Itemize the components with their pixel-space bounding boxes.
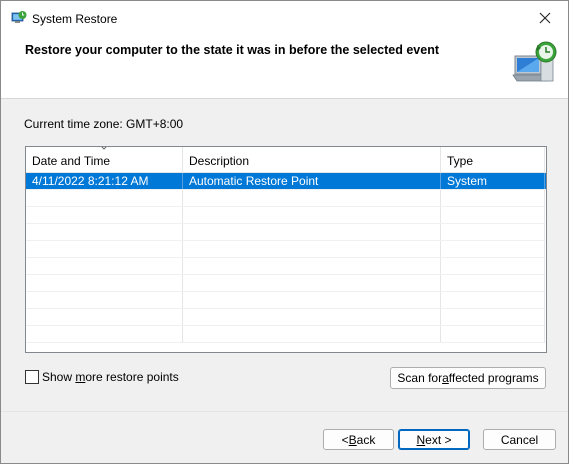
empty-cell	[441, 326, 545, 342]
empty-table-row	[26, 292, 546, 309]
empty-table-row	[26, 190, 546, 207]
footer-divider	[1, 411, 568, 412]
restore-computer-icon	[512, 41, 557, 82]
checkbox-label: Show more restore points	[42, 370, 179, 384]
show-more-restore-points-checkbox[interactable]: Show more restore points	[25, 370, 179, 384]
close-button[interactable]	[522, 1, 568, 35]
close-icon	[539, 12, 551, 24]
empty-cell	[183, 309, 441, 325]
empty-table-row	[26, 309, 546, 326]
timezone-label: Current time zone: GMT+8:00	[24, 117, 184, 131]
table-row[interactable]: 4/11/2022 8:21:12 AM Automatic Restore P…	[26, 173, 546, 190]
empty-cell	[183, 224, 441, 240]
empty-cell	[26, 190, 183, 206]
back-button[interactable]: < Back	[323, 429, 394, 450]
empty-cell	[183, 326, 441, 342]
cancel-button[interactable]: Cancel	[483, 429, 556, 450]
empty-cell	[26, 258, 183, 274]
empty-cell	[26, 309, 183, 325]
cell-type: System	[441, 173, 545, 189]
empty-table-row	[26, 326, 546, 343]
empty-cell	[441, 292, 545, 308]
checkbox-box[interactable]	[25, 370, 39, 384]
column-header-description[interactable]: Description	[183, 147, 441, 172]
system-restore-window: System Restore Restore your computer to …	[0, 0, 569, 464]
empty-cell	[183, 258, 441, 274]
empty-cell	[183, 275, 441, 291]
empty-cell	[441, 275, 545, 291]
empty-cell	[183, 241, 441, 257]
empty-cell	[26, 207, 183, 223]
scan-affected-programs-button[interactable]: Scan for a ffected programs	[390, 367, 546, 389]
empty-cell	[26, 275, 183, 291]
empty-table-row	[26, 241, 546, 258]
empty-cell	[26, 241, 183, 257]
empty-cell	[441, 258, 545, 274]
empty-cell	[441, 309, 545, 325]
restore-point-list[interactable]: Date and Time Description Type 4/11/2022…	[25, 146, 547, 353]
empty-cell	[441, 207, 545, 223]
empty-cell	[26, 326, 183, 342]
empty-table-row	[26, 207, 546, 224]
empty-cell	[26, 292, 183, 308]
window-title: System Restore	[32, 12, 118, 26]
empty-table-row	[26, 258, 546, 275]
empty-cell	[183, 207, 441, 223]
system-restore-icon	[11, 11, 27, 23]
cell-description: Automatic Restore Point	[183, 173, 441, 189]
page-heading: Restore your computer to the state it wa…	[25, 43, 439, 57]
header-band: Restore your computer to the state it wa…	[1, 35, 568, 99]
empty-cell	[183, 190, 441, 206]
empty-cell	[26, 224, 183, 240]
column-header-type[interactable]: Type	[441, 147, 545, 172]
cell-date: 4/11/2022 8:21:12 AM	[26, 173, 183, 189]
next-button[interactable]: Next >	[398, 429, 470, 450]
empty-cell	[441, 190, 545, 206]
empty-cell	[441, 241, 545, 257]
empty-table-row	[26, 224, 546, 241]
list-header: Date and Time Description Type	[26, 147, 546, 173]
empty-table-row	[26, 275, 546, 292]
empty-cell	[183, 292, 441, 308]
column-header-date[interactable]: Date and Time	[26, 147, 183, 172]
title-bar: System Restore	[1, 1, 568, 35]
empty-cell	[441, 224, 545, 240]
